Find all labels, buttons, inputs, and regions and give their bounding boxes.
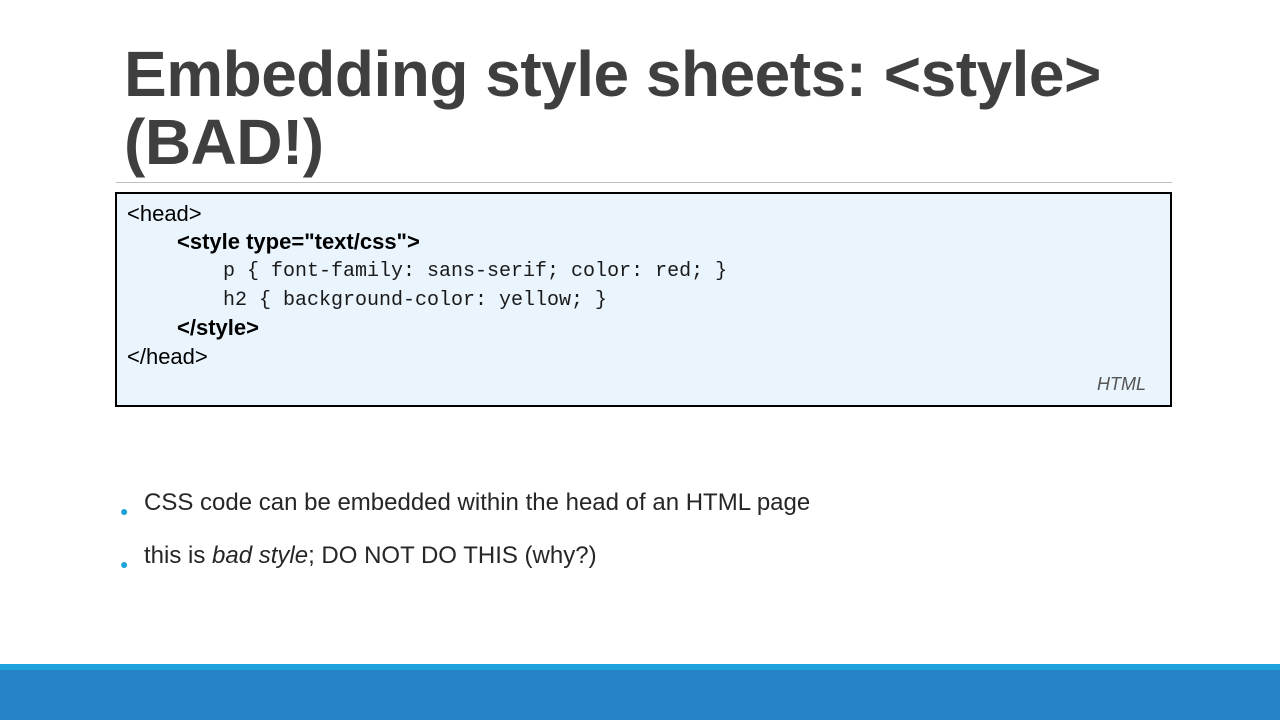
slide-title-line-1: Embedding style sheets: <style> [124,38,1101,110]
code-line-style-close: </style> [177,315,259,340]
footer-bar [0,670,1280,720]
bullet-marker-icon: ● [120,503,129,519]
bullet-text: CSS code can be embedded within the head… [144,489,811,516]
title-divider [116,182,1172,183]
bullet-marker-icon: ● [120,556,129,572]
bullet-text-end: ; DO NOT DO THIS (why?) [308,542,597,569]
code-language-label: HTML [1097,374,1146,394]
bullet-emphasis: bad style [212,542,309,569]
code-line-p-rule: p { font-family: sans-serif; color: red;… [223,260,728,283]
code-line-head-open: <head> [127,201,202,226]
bullet-list: ● CSS code can be embedded within the he… [120,485,810,591]
bullet-text-start: this is [144,542,213,569]
bullet-item: ● CSS code can be embedded within the he… [120,485,810,521]
slide-title: Embedding style sheets: <style> (BAD!) [124,40,1204,176]
slide-title-line-2: (BAD!) [124,106,324,178]
code-line-head-close: </head> [127,344,208,369]
slide: Embedding style sheets: <style> (BAD!) <h… [0,0,1280,720]
code-line-style-open: <style type="text/css"> [177,229,420,254]
bullet-item: ● this is bad style; DO NOT DO THIS (why… [120,538,810,574]
code-example-box: <head> <style type="text/css"> p { font-… [115,192,1172,407]
code-line-h2-rule: h2 { background-color: yellow; } [223,289,608,312]
